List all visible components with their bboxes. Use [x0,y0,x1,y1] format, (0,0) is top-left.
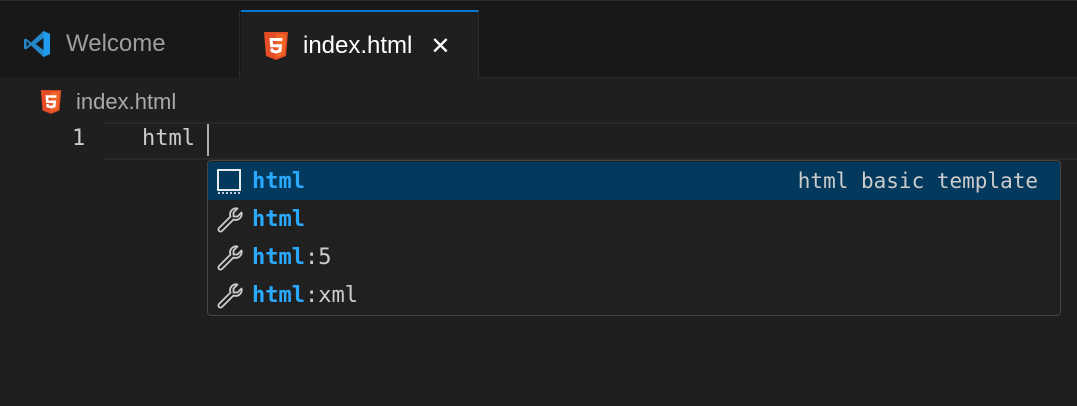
tab-index-html[interactable]: index.html ✕ [241,10,479,79]
suggestion-item[interactable]: html [208,200,1060,238]
current-line-highlight [104,122,1077,160]
vscode-logo-icon [22,29,52,59]
snippet-icon [214,166,244,196]
code-line[interactable]: html [142,126,195,151]
wrench-icon [214,204,244,234]
suggestion-label: html:xml [252,282,358,308]
tab-welcome[interactable]: Welcome [0,10,240,78]
tab-index-html-label: index.html [303,31,413,59]
suggestion-label: html:5 [252,244,332,270]
breadcrumb-label: index.html [76,89,177,114]
text-cursor [207,124,209,156]
suggestion-item[interactable]: html:xml [208,276,1060,314]
suggest-widget: html html basic template html html:5 htm… [207,160,1061,316]
suggestion-item[interactable]: html:5 [208,238,1060,276]
html5-icon [40,89,62,115]
tab-welcome-label: Welcome [66,30,166,57]
suggestion-label: html [252,168,305,194]
html5-icon [263,31,289,61]
line-number: 1 [72,126,86,151]
breadcrumb[interactable]: index.html [40,86,176,118]
suggestion-detail: html basic template [797,169,1038,193]
suggestion-label: html [252,206,305,232]
wrench-icon [214,242,244,272]
close-icon[interactable]: ✕ [430,34,450,58]
wrench-icon [214,280,244,310]
suggestion-item[interactable]: html html basic template [208,162,1060,200]
